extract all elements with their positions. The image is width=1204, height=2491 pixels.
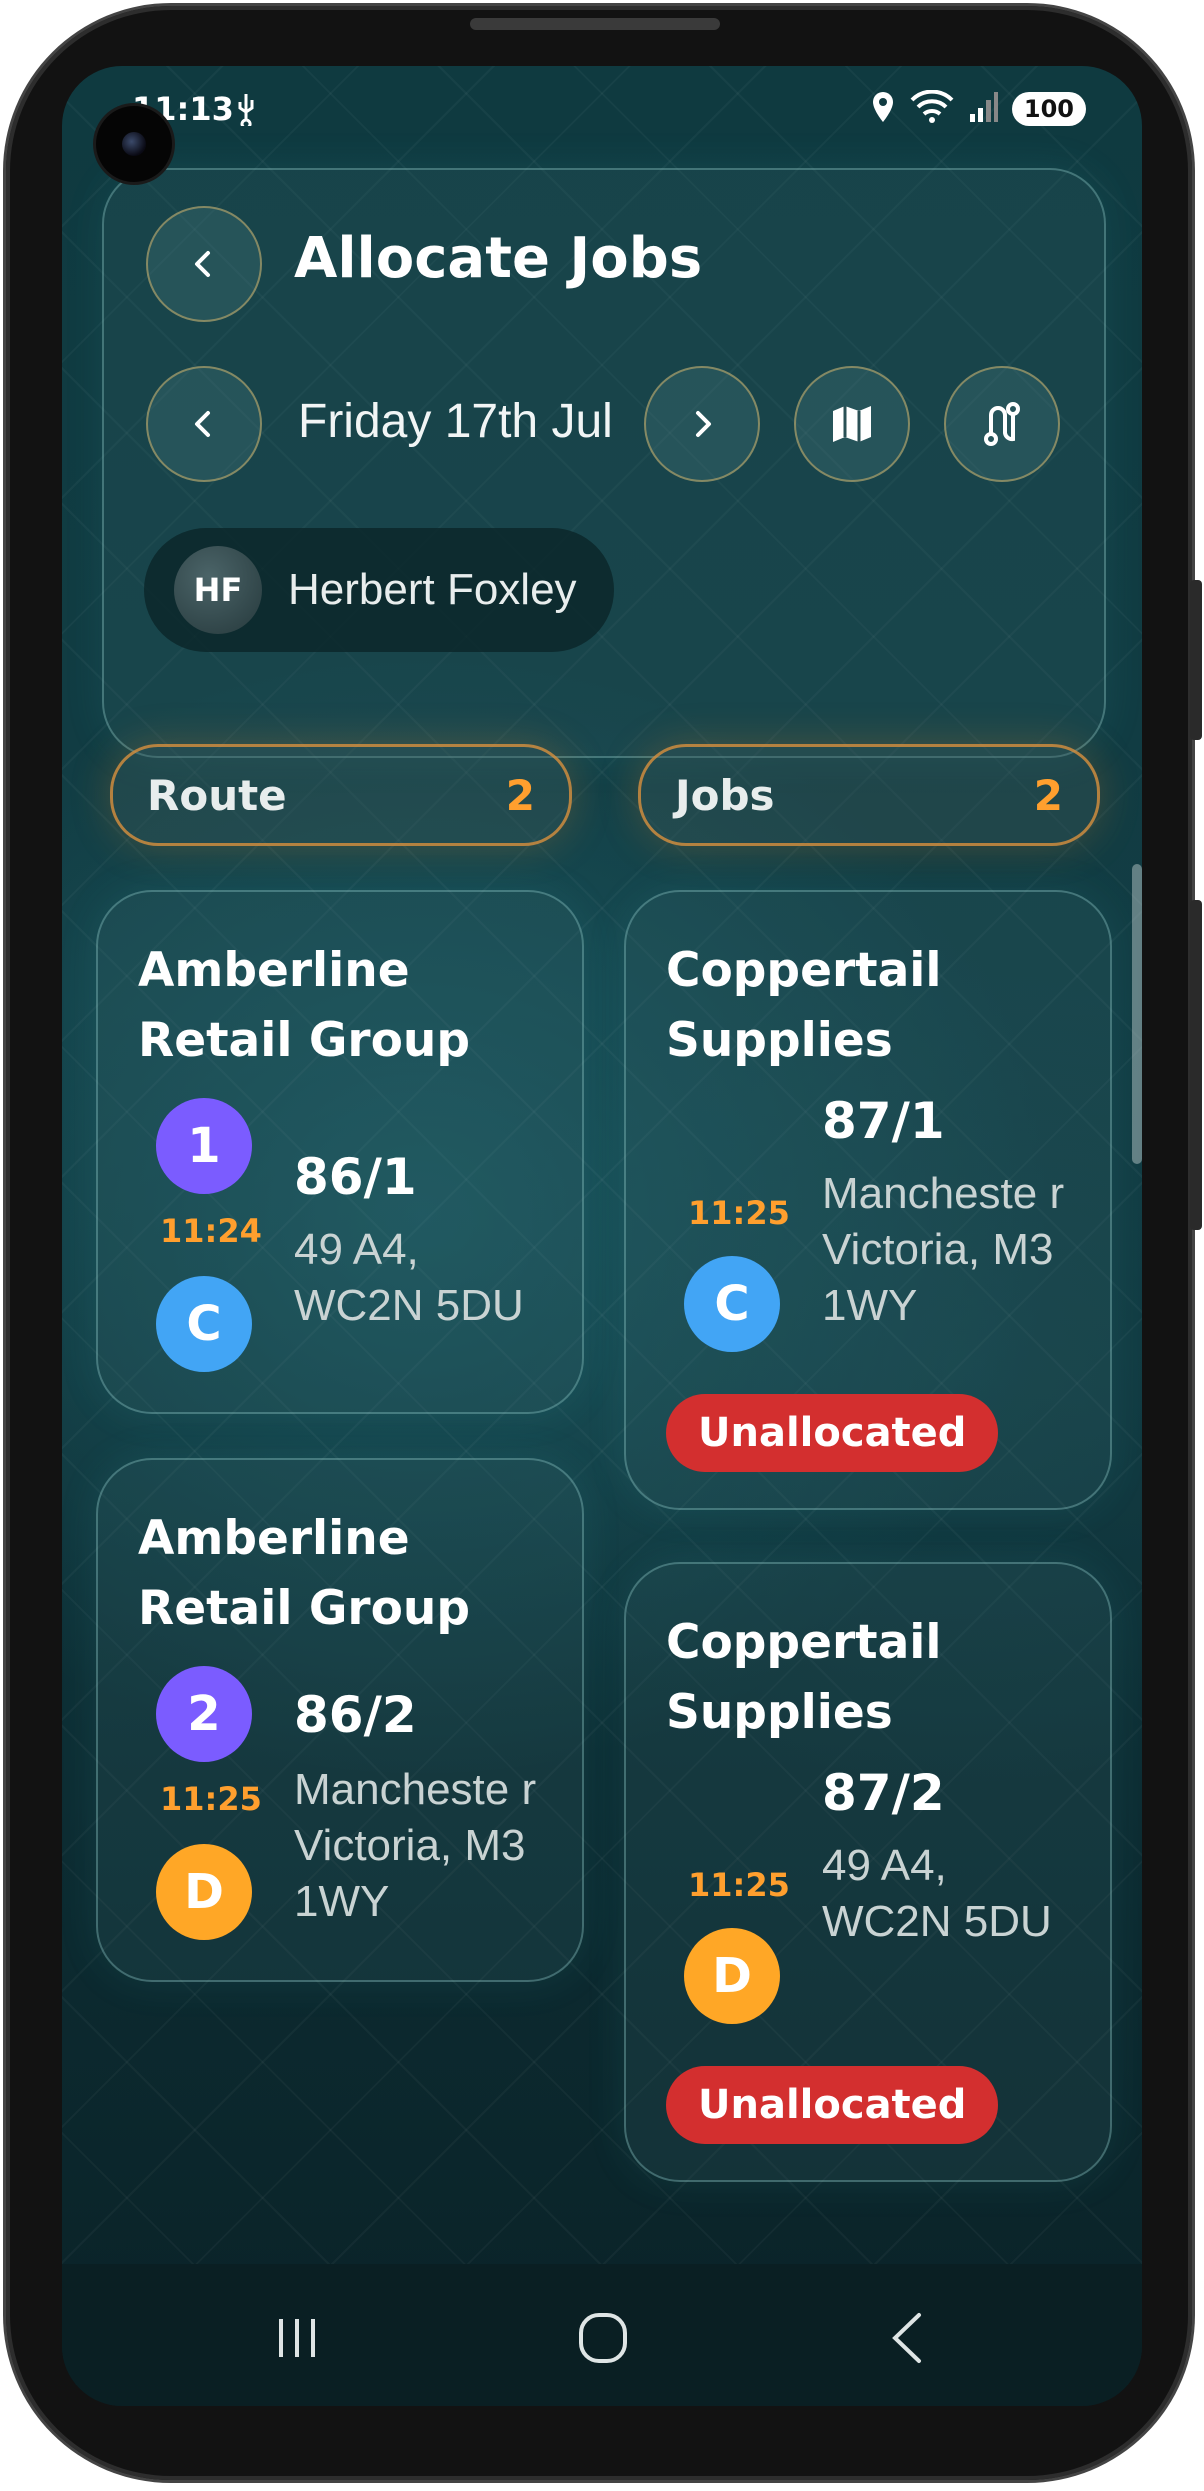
eta-time: 11:25 [688, 1194, 790, 1232]
selected-date: Friday 17th Jul [298, 395, 613, 448]
route-column-header[interactable]: Route 2 [110, 744, 572, 846]
unallocated-badge: Unallocated [666, 1394, 999, 1472]
job-reference: 86/2 [294, 1686, 417, 1744]
driver-selector[interactable]: HF Herbert Foxley [144, 528, 614, 652]
job-address: 49 A4, WC2N 5DU [294, 1225, 524, 1330]
home-button[interactable] [558, 2298, 648, 2378]
back-nav-icon [892, 2313, 921, 2363]
driver-avatar: HF [174, 546, 262, 634]
volume-button [1190, 580, 1202, 740]
job-reference: 87/2 [822, 1764, 945, 1822]
power-button [1190, 900, 1202, 1230]
status-bar: 11:13 100 [62, 86, 1142, 136]
company-name: Coppertail Supplies [666, 1615, 942, 1740]
location-icon [870, 90, 896, 128]
route-count: 2 [505, 771, 535, 820]
system-nav-bar [62, 2264, 1142, 2406]
scrollbar[interactable] [1132, 864, 1142, 1164]
next-day-button[interactable] [644, 366, 760, 482]
chevron-right-icon [696, 411, 711, 437]
back-button[interactable] [146, 206, 262, 322]
eta-time: 11:25 [160, 1780, 262, 1818]
chevron-left-icon [195, 411, 210, 437]
route-optimise-button[interactable] [944, 366, 1060, 482]
back-nav-button[interactable] [864, 2298, 954, 2378]
job-type-badge: C [684, 1256, 780, 1352]
jobs-label: Jobs [675, 771, 775, 820]
route-label: Route [147, 771, 287, 820]
job-type-badge: D [156, 1844, 252, 1940]
sequence-badge: 1 [156, 1098, 252, 1194]
page-title: Allocate Jobs [294, 226, 703, 291]
home-icon [579, 2313, 627, 2363]
route-card[interactable]: Amberline Retail Group 2 11:25 D 86/2 Ma… [96, 1458, 584, 1982]
status-icons: 100 [870, 89, 1086, 128]
unallocated-badge: Unallocated [666, 2066, 999, 2144]
route-icon [984, 402, 1020, 446]
back-icon [195, 251, 210, 277]
job-address: 49 A4, WC2N 5DU [822, 1841, 1052, 1946]
front-camera [96, 106, 172, 182]
driver-name: Herbert Foxley [288, 565, 577, 614]
wifi-icon [910, 89, 954, 128]
usb-icon [234, 92, 258, 134]
recent-apps-button[interactable] [252, 2298, 342, 2378]
eta-time: 11:25 [688, 1866, 790, 1904]
phone-frame: 11:13 100 Allocate Jobs Friday 17th Jul … [0, 0, 1204, 2491]
route-card[interactable]: Amberline Retail Group 1 11:24 C 86/1 49… [96, 890, 584, 1414]
job-address: Mancheste r Victoria, M3 1WY [294, 1765, 537, 1926]
job-type-badge: D [684, 1928, 780, 2024]
battery-indicator: 100 [1011, 92, 1086, 126]
speaker-grille [470, 18, 720, 30]
previous-day-button[interactable] [146, 366, 262, 482]
company-name: Amberline Retail Group [138, 943, 470, 1068]
signal-icon [968, 90, 998, 128]
sequence-badge: 2 [156, 1666, 252, 1762]
jobs-count: 2 [1033, 771, 1063, 820]
app-screen: 11:13 100 Allocate Jobs Friday 17th Jul … [62, 66, 1142, 2406]
eta-time: 11:24 [160, 1212, 262, 1250]
recent-apps-icon [279, 2319, 315, 2357]
map-button[interactable] [794, 366, 910, 482]
job-address: Mancheste r Victoria, M3 1WY [822, 1169, 1065, 1330]
job-card[interactable]: Coppertail Supplies 87/1 Mancheste r Vic… [624, 890, 1112, 1510]
company-name: Coppertail Supplies [666, 943, 942, 1068]
company-name: Amberline Retail Group [138, 1511, 470, 1636]
jobs-column-header[interactable]: Jobs 2 [638, 744, 1100, 846]
job-reference: 87/1 [822, 1092, 945, 1150]
job-type-badge: C [156, 1276, 252, 1372]
map-icon [833, 406, 871, 442]
job-card[interactable]: Coppertail Supplies 87/2 49 A4, WC2N 5DU… [624, 1562, 1112, 2182]
job-reference: 86/1 [294, 1148, 417, 1206]
